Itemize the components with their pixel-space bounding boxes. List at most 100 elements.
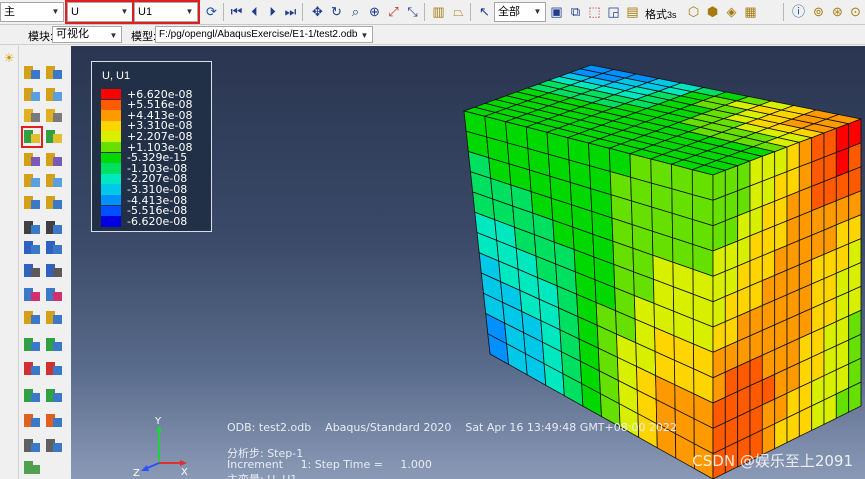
first-frame-icon[interactable]: ⏮ <box>228 3 245 21</box>
model-combo-value: F:/pg/opengl/AbaqusExercise/E1-1/test2.o… <box>159 29 358 40</box>
rings-double-icon[interactable]: ⊛ <box>829 3 846 21</box>
toolbox-tool-icon[interactable] <box>22 193 42 213</box>
toolbox-tool-icon[interactable] <box>44 193 64 213</box>
toolbox-tool-icon[interactable] <box>44 238 64 258</box>
remove-selected-icon[interactable]: ⧉ <box>567 3 584 21</box>
z-axis-label: Z <box>133 468 140 477</box>
toolbox-tool-icon[interactable] <box>44 127 64 147</box>
pan-icon[interactable]: ✥ <box>309 3 326 21</box>
render-select[interactable]: 全部 ▼ <box>494 2 546 22</box>
info-icon[interactable]: ⓘ <box>790 3 807 21</box>
toolbox-tool-icon[interactable] <box>44 386 64 406</box>
overflow-icon[interactable]: ⊙ <box>847 3 864 21</box>
chevron-down-icon: ▼ <box>120 7 129 16</box>
lightbulb-icon[interactable]: ☀ <box>2 51 16 65</box>
last-frame-icon[interactable]: ⏭ <box>282 3 299 21</box>
chevron-down-icon: ▼ <box>109 31 118 40</box>
show-all-icon[interactable]: ◲ <box>605 3 622 21</box>
rotate-icon[interactable]: ↻ <box>328 3 345 21</box>
replace-selected-icon[interactable]: ▣ <box>548 3 565 21</box>
rings-icon[interactable]: ⊚ <box>810 3 827 21</box>
tool-glyph-part <box>31 157 40 166</box>
toolbox-tool-icon[interactable] <box>22 436 42 456</box>
chevron-down-icon: ▼ <box>51 7 60 16</box>
color-code-icon[interactable]: ▤ <box>624 3 641 21</box>
toolbox-tool-icon[interactable] <box>44 106 64 126</box>
toolbox-tool-icon[interactable] <box>22 411 42 431</box>
component-select[interactable]: U1 ▼ <box>132 0 200 24</box>
tool-glyph-part <box>31 366 40 375</box>
legend-swatch <box>101 184 121 195</box>
field-output-select[interactable]: U ▼ <box>65 0 135 24</box>
toolbox-divider <box>18 46 19 479</box>
tool-glyph-part <box>31 225 40 234</box>
toolbox-tool-icon[interactable] <box>22 150 42 170</box>
toolbox-tool-icon[interactable] <box>22 458 42 478</box>
render-wireframe-icon[interactable]: ⬡ <box>685 3 702 21</box>
toolbox-tool-icon[interactable] <box>22 359 42 379</box>
toolbox-tool-icon[interactable] <box>21 126 43 148</box>
toolbox-tool-icon[interactable] <box>44 171 64 191</box>
axis-triad: Y Z X <box>133 417 188 477</box>
render-filled-icon[interactable]: ◈ <box>723 3 740 21</box>
toolbox-tool-icon[interactable] <box>22 386 42 406</box>
chevron-down-icon: ▼ <box>533 7 542 16</box>
perspective-icon[interactable]: ⏢ <box>450 3 467 21</box>
toolbox-tool-icon[interactable] <box>44 359 64 379</box>
section-icon[interactable]: ▥ <box>430 3 447 21</box>
tool-glyph-part <box>31 443 40 452</box>
right-face-element <box>774 417 788 450</box>
module-combo[interactable]: 可视化 ▼ <box>52 26 122 43</box>
next-frame-icon[interactable]: ⏵ <box>264 3 281 21</box>
render-shaded-icon[interactable]: ▦ <box>742 3 759 21</box>
toolbox-tool-icon[interactable] <box>44 150 64 170</box>
model-combo[interactable]: F:/pg/opengl/AbaqusExercise/E1-1/test2.o… <box>155 26 373 43</box>
toolbox-tool-icon[interactable] <box>44 85 64 105</box>
tool-glyph-part <box>53 113 62 122</box>
box-zoom-icon[interactable]: ⊕ <box>366 3 383 21</box>
toolbox-tool-icon[interactable] <box>44 63 64 83</box>
toolbox-tool-icon[interactable] <box>22 85 42 105</box>
legend-swatch <box>101 142 121 153</box>
magnify-icon[interactable]: ⌕ <box>347 3 364 21</box>
refresh-icon[interactable]: ⟳ <box>203 3 220 21</box>
toolbox-tool-icon[interactable] <box>22 308 42 328</box>
toolbox-tool-icon[interactable] <box>44 308 64 328</box>
contour-legend: U, U1 +6.620e-08 +5.516e-08 +4.413e-08 +3.3… <box>91 61 212 232</box>
toolbox-tool-icon[interactable] <box>44 218 64 238</box>
fit-view-icon[interactable]: ⤢ <box>385 3 402 21</box>
toolbox-tool-icon[interactable] <box>22 63 42 83</box>
toolbox-tool-icon[interactable] <box>22 285 42 305</box>
toolbox-tool-icon[interactable] <box>44 285 64 305</box>
toolbox-tool-icon[interactable] <box>22 171 42 191</box>
cycle-view-icon[interactable]: ⤡ <box>404 3 421 21</box>
box-select-icon[interactable]: ⬚ <box>586 3 603 21</box>
viewport[interactable]: U, U1 +6.620e-08 +5.516e-08 +4.413e-08 +3.3… <box>71 46 865 479</box>
toolbox-tool-icon[interactable] <box>22 106 42 126</box>
render-hidden-icon[interactable]: ⬢ <box>704 3 721 21</box>
legend-swatch <box>101 152 121 163</box>
model-label: 模型: <box>131 31 157 43</box>
tool-glyph-part <box>53 200 62 209</box>
toolbox-tool-icon[interactable] <box>22 238 42 258</box>
toolbox-tool-icon[interactable] <box>22 261 42 281</box>
z-axis-arrow <box>141 465 149 471</box>
toolbox-tool-icon[interactable] <box>22 335 42 355</box>
select-arrow-icon[interactable]: ↖ <box>476 3 493 21</box>
tool-glyph-part <box>31 178 40 187</box>
toolbox-tool-icon[interactable] <box>22 218 42 238</box>
previous-frame-icon[interactable]: ⏴ <box>246 3 263 21</box>
toolbox-tool-icon[interactable] <box>44 411 64 431</box>
legend-swatch <box>101 110 121 121</box>
module-combo-value: 可视化 <box>56 28 89 40</box>
chevron-down-icon: ▼ <box>360 31 369 40</box>
tool-glyph-part <box>53 393 62 402</box>
toolbox-tool-icon[interactable] <box>44 335 64 355</box>
watermark: CSDN @娱乐至上2091 <box>692 452 853 470</box>
toolbox-tool-icon[interactable] <box>44 261 64 281</box>
tool-glyph-part <box>31 465 40 474</box>
module-select[interactable]: 主 ▼ <box>0 2 64 22</box>
render-select-value: 全部 <box>498 6 520 18</box>
toolbox-tool-icon[interactable] <box>44 436 64 456</box>
right-face-element <box>724 165 739 197</box>
